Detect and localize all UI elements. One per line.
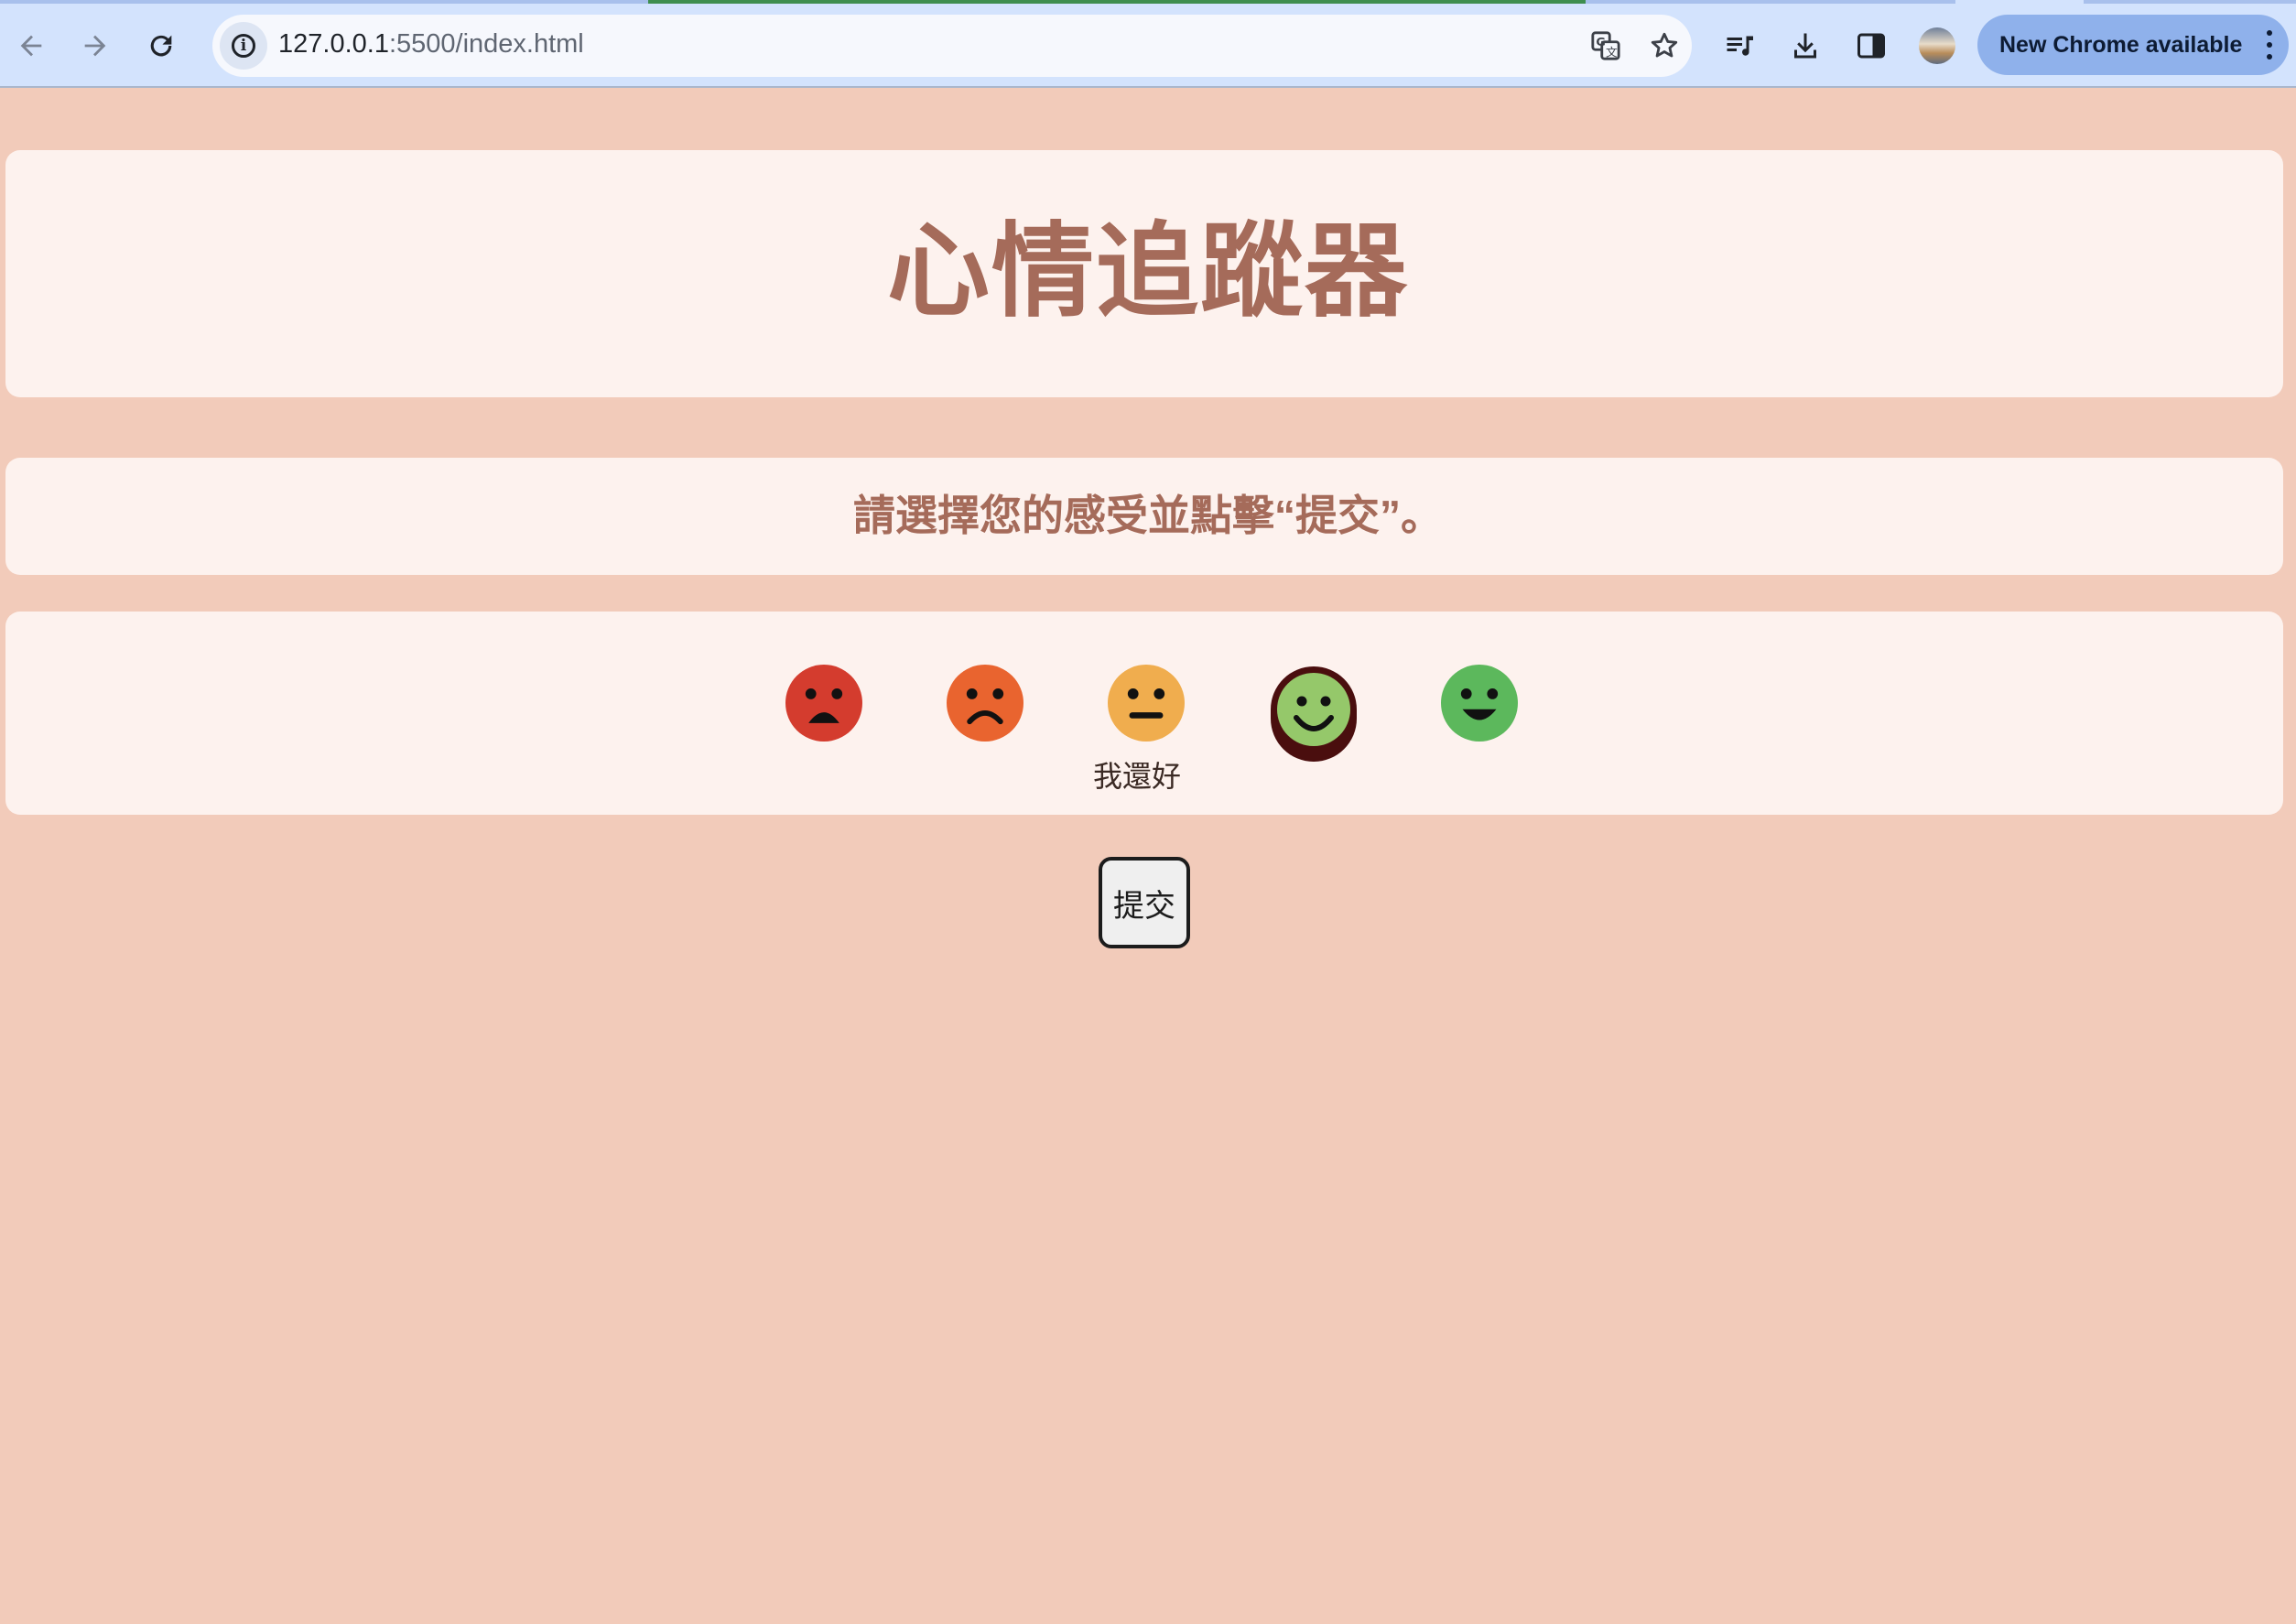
url-path: :5500/index.html [388,29,584,59]
svg-text:文: 文 [1606,46,1618,60]
media-controls-icon[interactable] [1717,24,1761,68]
mood-label: 我還好 [1092,760,1181,793]
forward-icon[interactable] [71,22,119,70]
side-panel-icon[interactable] [1849,24,1893,68]
url-text[interactable]: 127.0.0.1:5500/index.html [278,29,584,60]
reload-icon[interactable] [137,22,185,70]
site-info-icon[interactable]: i [220,22,267,70]
more-menu-icon[interactable] [2267,30,2272,60]
very-sad-face-icon[interactable] [785,665,862,742]
update-button-label: New Chrome available [1999,31,2243,58]
address-bar[interactable]: i 127.0.0.1:5500/index.html G 文 [212,15,1692,77]
page-title: 心情追蹤器 [887,211,1409,331]
url-host: 127.0.0.1 [278,29,389,59]
download-icon[interactable] [1783,24,1827,68]
prompt-text: 請選擇您的感受並點擊“提交”。 [853,492,1443,539]
back-icon[interactable] [7,22,55,70]
sad-face-icon[interactable] [947,665,1023,742]
tab-strip-edge [0,0,648,4]
bookmark-star-icon[interactable] [1646,27,1683,64]
page-load-progress-bar [648,0,1586,4]
very-happy-face-icon[interactable] [1441,665,1518,742]
browser-toolbar: i 127.0.0.1:5500/index.html G 文 New Chro… [0,0,2296,88]
chrome-update-button[interactable]: New Chrome available [1977,15,2289,75]
profile-avatar[interactable] [1919,27,1955,64]
tab-strip-edge [2084,0,2296,4]
happy-face-icon[interactable] [1271,666,1357,762]
neutral-face-icon[interactable] [1108,665,1185,742]
svg-text:G: G [1596,36,1605,49]
submit-button[interactable]: 提交 [1099,857,1190,948]
tab-strip-edge [1586,0,1955,4]
translate-icon[interactable]: G 文 [1587,27,1624,64]
